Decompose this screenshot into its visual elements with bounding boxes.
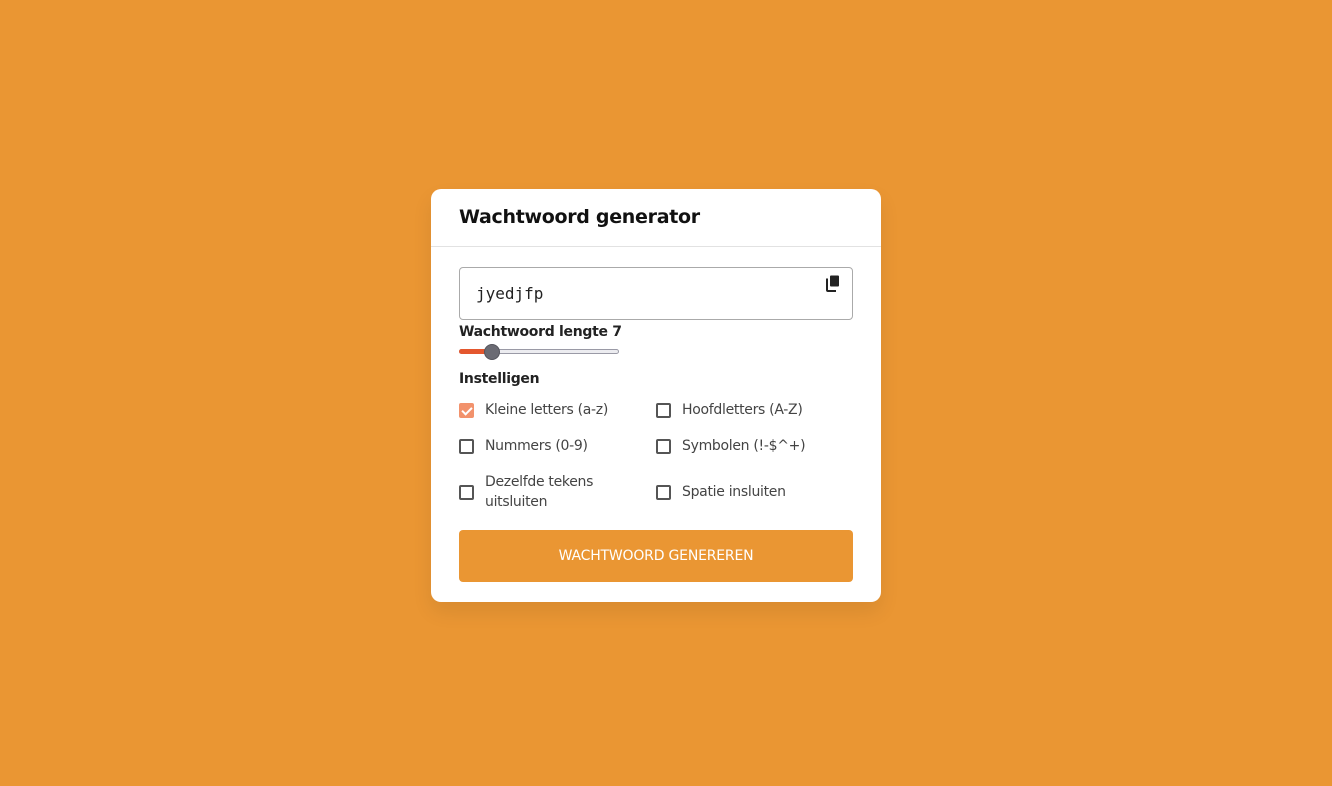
option-label: Dezelfde tekens uitsluiten [485,474,594,510]
option-label: Kleine letters (a-z) [485,402,609,418]
checkbox-lowercase[interactable] [459,402,474,418]
option-uppercase[interactable]: Hoofdletters (A-Z) [656,400,803,420]
checkbox-exclude-duplicates[interactable] [459,484,474,500]
checkbox-numbers[interactable] [459,438,474,454]
option-exclude-duplicates[interactable]: Dezelfde tekens uitsluiten [459,472,615,512]
password-length-slider[interactable] [459,342,619,362]
option-label: Hoofdletters (A-Z) [682,402,803,418]
settings-title: Instelligen [459,371,540,387]
card-body: Wachtwoord lengte 7 Instelligen Kleine l… [431,247,881,524]
checkbox-uppercase[interactable] [656,402,671,418]
checkbox-symbols[interactable] [656,438,671,454]
password-generator-card: Wachtwoord generator Wachtwoord lengte 7… [431,189,881,602]
generate-password-button[interactable]: WACHTWOORD GENEREREN [459,530,853,582]
password-input[interactable] [460,268,820,319]
option-label: Spatie insluiten [682,484,786,500]
option-include-spaces[interactable]: Spatie insluiten [656,482,786,502]
card-header: Wachtwoord generator [431,189,881,247]
slider-thumb[interactable] [484,344,500,360]
option-label: Nummers (0-9) [485,438,588,454]
copy-icon-svg [826,275,839,292]
password-length-label: Wachtwoord lengte 7 [459,324,622,340]
checkbox-include-spaces[interactable] [656,484,671,500]
option-lowercase[interactable]: Kleine letters (a-z) [459,400,608,420]
card-title: Wachtwoord generator [459,205,700,228]
password-field-box [459,267,853,320]
option-label: Symbolen (!-$^+) [682,438,806,454]
option-symbols[interactable]: Symbolen (!-$^+) [656,436,806,456]
settings-options: Kleine letters (a-z) Hoofdletters (A-Z) … [459,394,853,524]
copy-icon[interactable] [825,275,841,292]
option-numbers[interactable]: Nummers (0-9) [459,436,588,456]
